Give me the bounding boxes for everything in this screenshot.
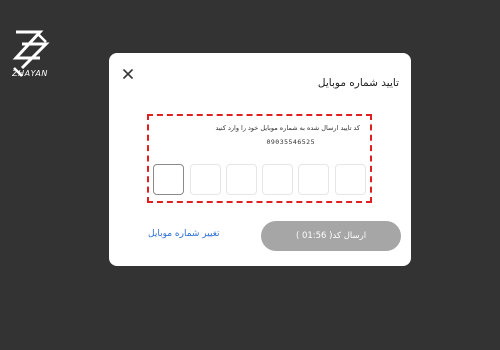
dialog-title: تایید شماره موبایل bbox=[317, 77, 399, 89]
close-icon[interactable] bbox=[121, 67, 135, 81]
send-code-button[interactable]: ارسال کد( 01:56 ) bbox=[261, 221, 401, 251]
otp-digit-1[interactable] bbox=[153, 164, 184, 195]
brand-name: ZHAYAN bbox=[12, 69, 48, 78]
otp-input-row bbox=[153, 164, 367, 197]
instruction-text: کد تایید ارسال شده به شماره موبایل خود ر… bbox=[215, 124, 360, 132]
otp-digit-4[interactable] bbox=[262, 164, 293, 195]
otp-digit-3[interactable] bbox=[226, 164, 257, 195]
otp-digit-6[interactable] bbox=[335, 164, 366, 195]
phone-number: 09035546525 bbox=[266, 138, 315, 146]
otp-digit-5[interactable] bbox=[298, 164, 329, 195]
otp-section: کد تایید ارسال شده به شماره موبایل خود ر… bbox=[147, 114, 372, 203]
otp-digit-2[interactable] bbox=[190, 164, 221, 195]
change-number-link[interactable]: تغییر شماره موبایل bbox=[148, 229, 220, 239]
verify-mobile-dialog: تایید شماره موبایل کد تایید ارسال شده به… bbox=[109, 53, 411, 266]
